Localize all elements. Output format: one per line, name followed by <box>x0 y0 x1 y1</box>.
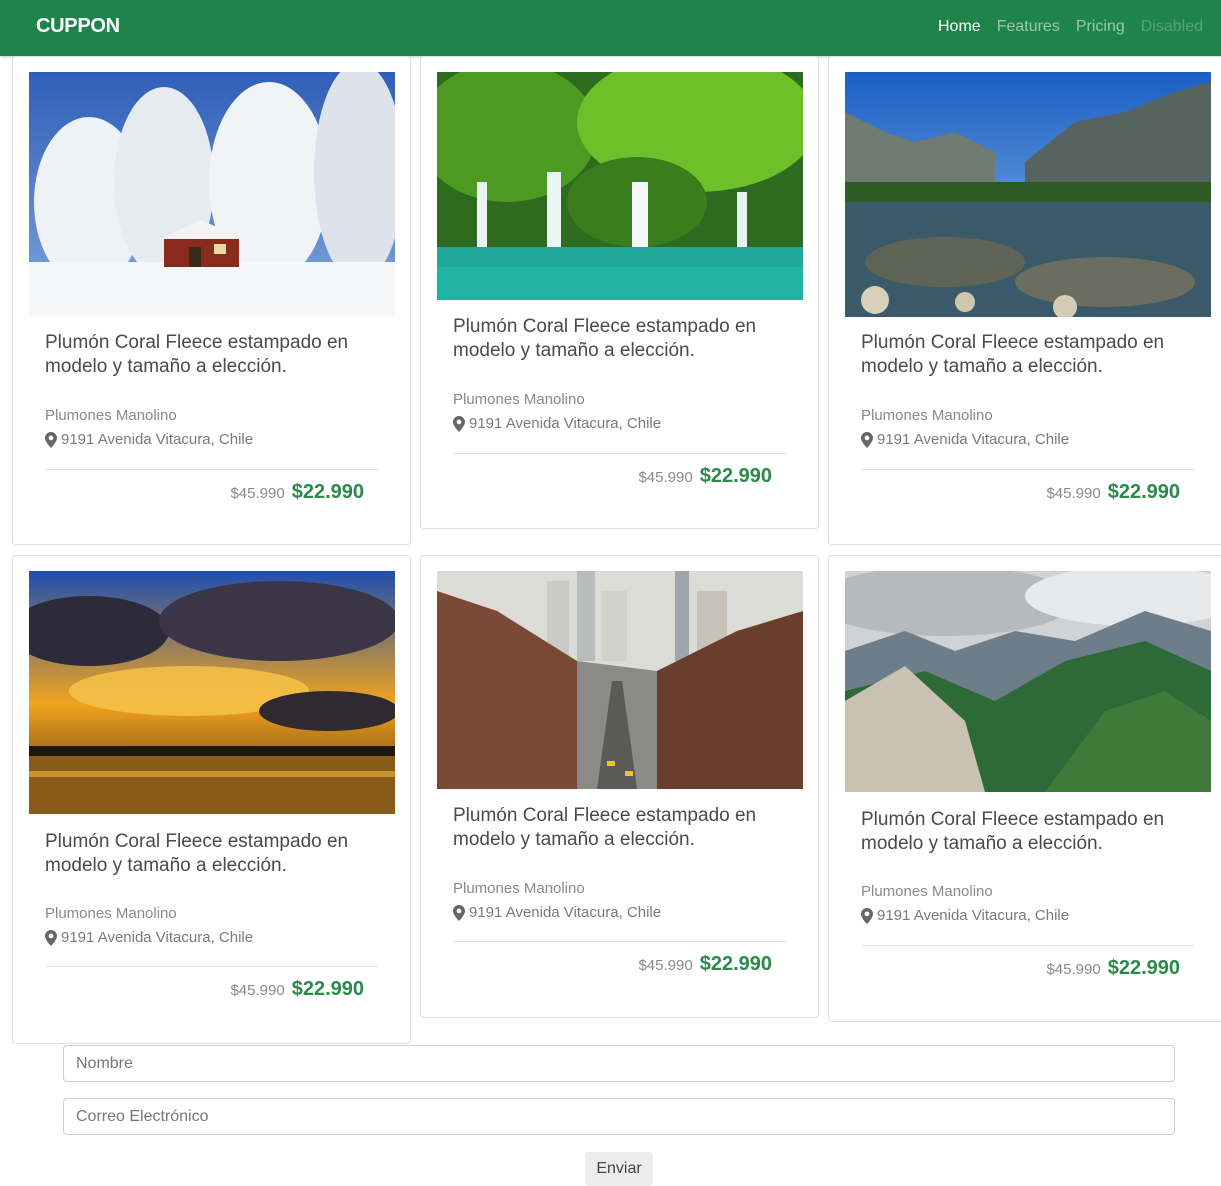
new-price: $22.990 <box>699 465 772 487</box>
deal-address: 9191 Avenida Vitacura, Chile <box>453 415 661 432</box>
location-pin-icon <box>453 415 465 432</box>
nav-link-home[interactable]: Home <box>938 18 981 36</box>
email-input[interactable] <box>63 1098 1175 1135</box>
location-pin-icon <box>861 907 873 924</box>
deal-address-text: 9191 Avenida Vitacura, Chile <box>877 431 1070 448</box>
deal-address: 9191 Avenida Vitacura, Chile <box>45 431 253 448</box>
card-divider <box>453 941 787 942</box>
name-input[interactable] <box>63 1045 1175 1082</box>
card-divider <box>861 469 1195 470</box>
nav-link-disabled: Disabled <box>1140 18 1203 35</box>
deal-prices: $45.990 $22.990 <box>638 465 772 488</box>
deal-address: 9191 Avenida Vitacura, Chile <box>453 904 661 921</box>
deal-address-text: 9191 Avenida Vitacura, Chile <box>61 929 254 946</box>
deal-image-snowy-cabin[interactable] <box>29 72 395 316</box>
nav-link-features[interactable]: Features <box>997 18 1060 36</box>
deal-card[interactable]: Plumón Coral Fleece estampado en modelo … <box>828 56 1221 545</box>
location-pin-icon <box>453 904 465 921</box>
deal-image-city[interactable] <box>437 571 803 789</box>
deal-image-mountain-river[interactable] <box>845 72 1211 317</box>
old-price: $45.990 <box>1046 961 1101 978</box>
deal-card[interactable]: Plumón Coral Fleece estampado en modelo … <box>12 555 411 1044</box>
deal-title[interactable]: Plumón Coral Fleece estampado en modelo … <box>861 808 1191 856</box>
new-price: $22.990 <box>291 978 364 1000</box>
new-price: $22.990 <box>291 481 364 503</box>
deal-image-waterfall[interactable] <box>437 72 803 300</box>
navbar: CUPPON Home Features Pricing Disabled <box>0 0 1221 56</box>
nav-links: Home Features Pricing Disabled <box>922 18 1203 36</box>
deal-image-mountains[interactable] <box>845 571 1211 792</box>
new-price: $22.990 <box>1107 957 1180 979</box>
deal-seller: Plumones Manolino <box>453 391 585 408</box>
deal-card[interactable]: Plumón Coral Fleece estampado en modelo … <box>420 555 819 1018</box>
deal-seller: Plumones Manolino <box>861 883 993 900</box>
nav-link-pricing[interactable]: Pricing <box>1076 18 1125 36</box>
deal-address: 9191 Avenida Vitacura, Chile <box>45 929 253 946</box>
deal-address: 9191 Avenida Vitacura, Chile <box>861 907 1069 924</box>
deal-address-text: 9191 Avenida Vitacura, Chile <box>61 431 254 448</box>
deal-address: 9191 Avenida Vitacura, Chile <box>861 431 1069 448</box>
old-price: $45.990 <box>230 485 285 502</box>
deal-seller: Plumones Manolino <box>45 407 177 424</box>
new-price: $22.990 <box>1107 481 1180 503</box>
location-pin-icon <box>45 929 57 946</box>
old-price: $45.990 <box>638 957 693 974</box>
card-divider <box>453 453 787 454</box>
deal-title[interactable]: Plumón Coral Fleece estampado en modelo … <box>861 331 1191 379</box>
brand-logo[interactable]: CUPPON <box>36 15 120 38</box>
deal-seller: Plumones Manolino <box>861 407 993 424</box>
deal-title[interactable]: Plumón Coral Fleece estampado en modelo … <box>453 804 783 852</box>
deal-prices: $45.990 $22.990 <box>1046 481 1180 504</box>
old-price: $45.990 <box>230 982 285 999</box>
deal-title[interactable]: Plumón Coral Fleece estampado en modelo … <box>45 331 375 379</box>
deal-card[interactable]: Plumón Coral Fleece estampado en modelo … <box>420 56 819 529</box>
deal-address-text: 9191 Avenida Vitacura, Chile <box>469 415 662 432</box>
old-price: $45.990 <box>638 469 693 486</box>
deal-title[interactable]: Plumón Coral Fleece estampado en modelo … <box>45 830 375 878</box>
deal-address-text: 9191 Avenida Vitacura, Chile <box>877 907 1070 924</box>
deal-seller: Plumones Manolino <box>453 880 585 897</box>
deal-prices: $45.990 $22.990 <box>230 978 364 1001</box>
location-pin-icon <box>861 431 873 448</box>
card-divider <box>861 945 1195 946</box>
location-pin-icon <box>45 431 57 448</box>
new-price: $22.990 <box>699 953 772 975</box>
deal-prices: $45.990 $22.990 <box>230 481 364 504</box>
deal-seller: Plumones Manolino <box>45 905 177 922</box>
deal-title[interactable]: Plumón Coral Fleece estampado en modelo … <box>453 315 783 363</box>
deal-prices: $45.990 $22.990 <box>1046 957 1180 980</box>
deal-prices: $45.990 $22.990 <box>638 953 772 976</box>
submit-button[interactable]: Enviar <box>585 1152 653 1186</box>
card-divider <box>45 966 379 967</box>
deal-address-text: 9191 Avenida Vitacura, Chile <box>469 904 662 921</box>
deal-image-sunset[interactable] <box>29 571 395 814</box>
deal-card[interactable]: Plumón Coral Fleece estampado en modelo … <box>828 555 1221 1022</box>
old-price: $45.990 <box>1046 485 1101 502</box>
card-divider <box>45 469 379 470</box>
deal-card[interactable]: Plumón Coral Fleece estampado en modelo … <box>12 56 411 545</box>
